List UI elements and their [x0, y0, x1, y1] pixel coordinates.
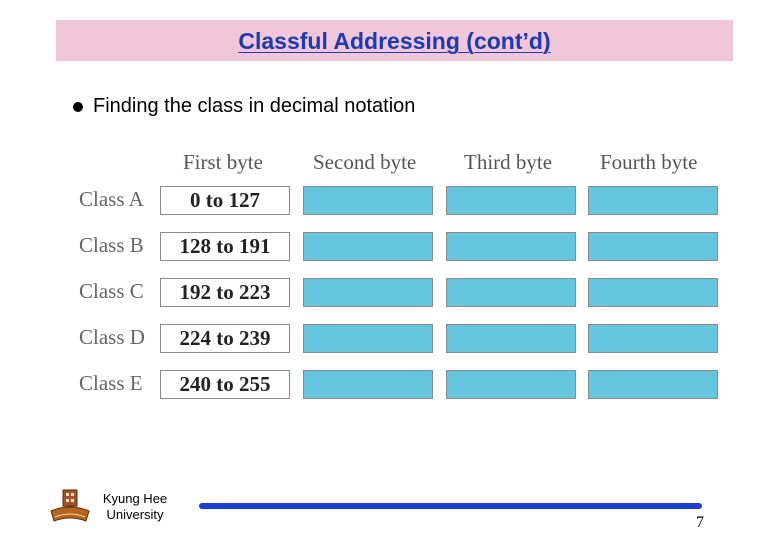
- byte-box: [303, 186, 433, 215]
- university-emblem-icon: [50, 489, 90, 522]
- row-label-class-e: Class E: [79, 371, 143, 395]
- range-class-b: 128 to 191: [160, 232, 290, 261]
- byte-box: [446, 324, 576, 353]
- byte-box: [446, 186, 576, 215]
- byte-box: [303, 232, 433, 261]
- byte-box: [588, 370, 718, 399]
- header-fourth-byte: Fourth byte: [600, 150, 698, 174]
- university-name: Kyung Hee University: [95, 491, 175, 523]
- range-class-a: 0 to 127: [160, 186, 290, 215]
- range-class-d: 224 to 239: [160, 324, 290, 353]
- range-class-c: 192 to 223: [160, 278, 290, 307]
- row-label-class-c: Class C: [79, 279, 144, 303]
- bullet-text: Finding the class in decimal notation: [93, 95, 416, 117]
- header-third-byte: Third byte: [464, 150, 553, 174]
- footer-divider: [199, 503, 702, 509]
- bullet-point: Finding the class in decimal notation: [73, 95, 415, 118]
- byte-box: [588, 324, 718, 353]
- university-line-1: Kyung Hee: [102, 491, 168, 506]
- byte-box: [588, 232, 718, 261]
- byte-box: [588, 278, 718, 307]
- bullet-dot-icon: [73, 101, 83, 112]
- byte-box: [303, 324, 433, 353]
- byte-box: [303, 370, 433, 399]
- header-second-byte: Second byte: [313, 150, 417, 174]
- university-line-2: University: [106, 507, 164, 522]
- byte-box: [446, 232, 576, 261]
- row-label-class-b: Class B: [79, 233, 144, 257]
- row-label-class-a: Class A: [79, 187, 144, 211]
- row-label-class-d: Class D: [79, 325, 145, 349]
- byte-box: [446, 370, 576, 399]
- header-first-byte: First byte: [183, 150, 263, 174]
- slide-title: Classful Addressing (cont’d): [238, 28, 551, 54]
- title-bar: Classful Addressing (cont’d): [56, 20, 733, 61]
- page-number: 7: [696, 514, 704, 531]
- range-class-e: 240 to 255: [160, 370, 290, 399]
- byte-box: [446, 278, 576, 307]
- byte-box: [588, 186, 718, 215]
- byte-box: [303, 278, 433, 307]
